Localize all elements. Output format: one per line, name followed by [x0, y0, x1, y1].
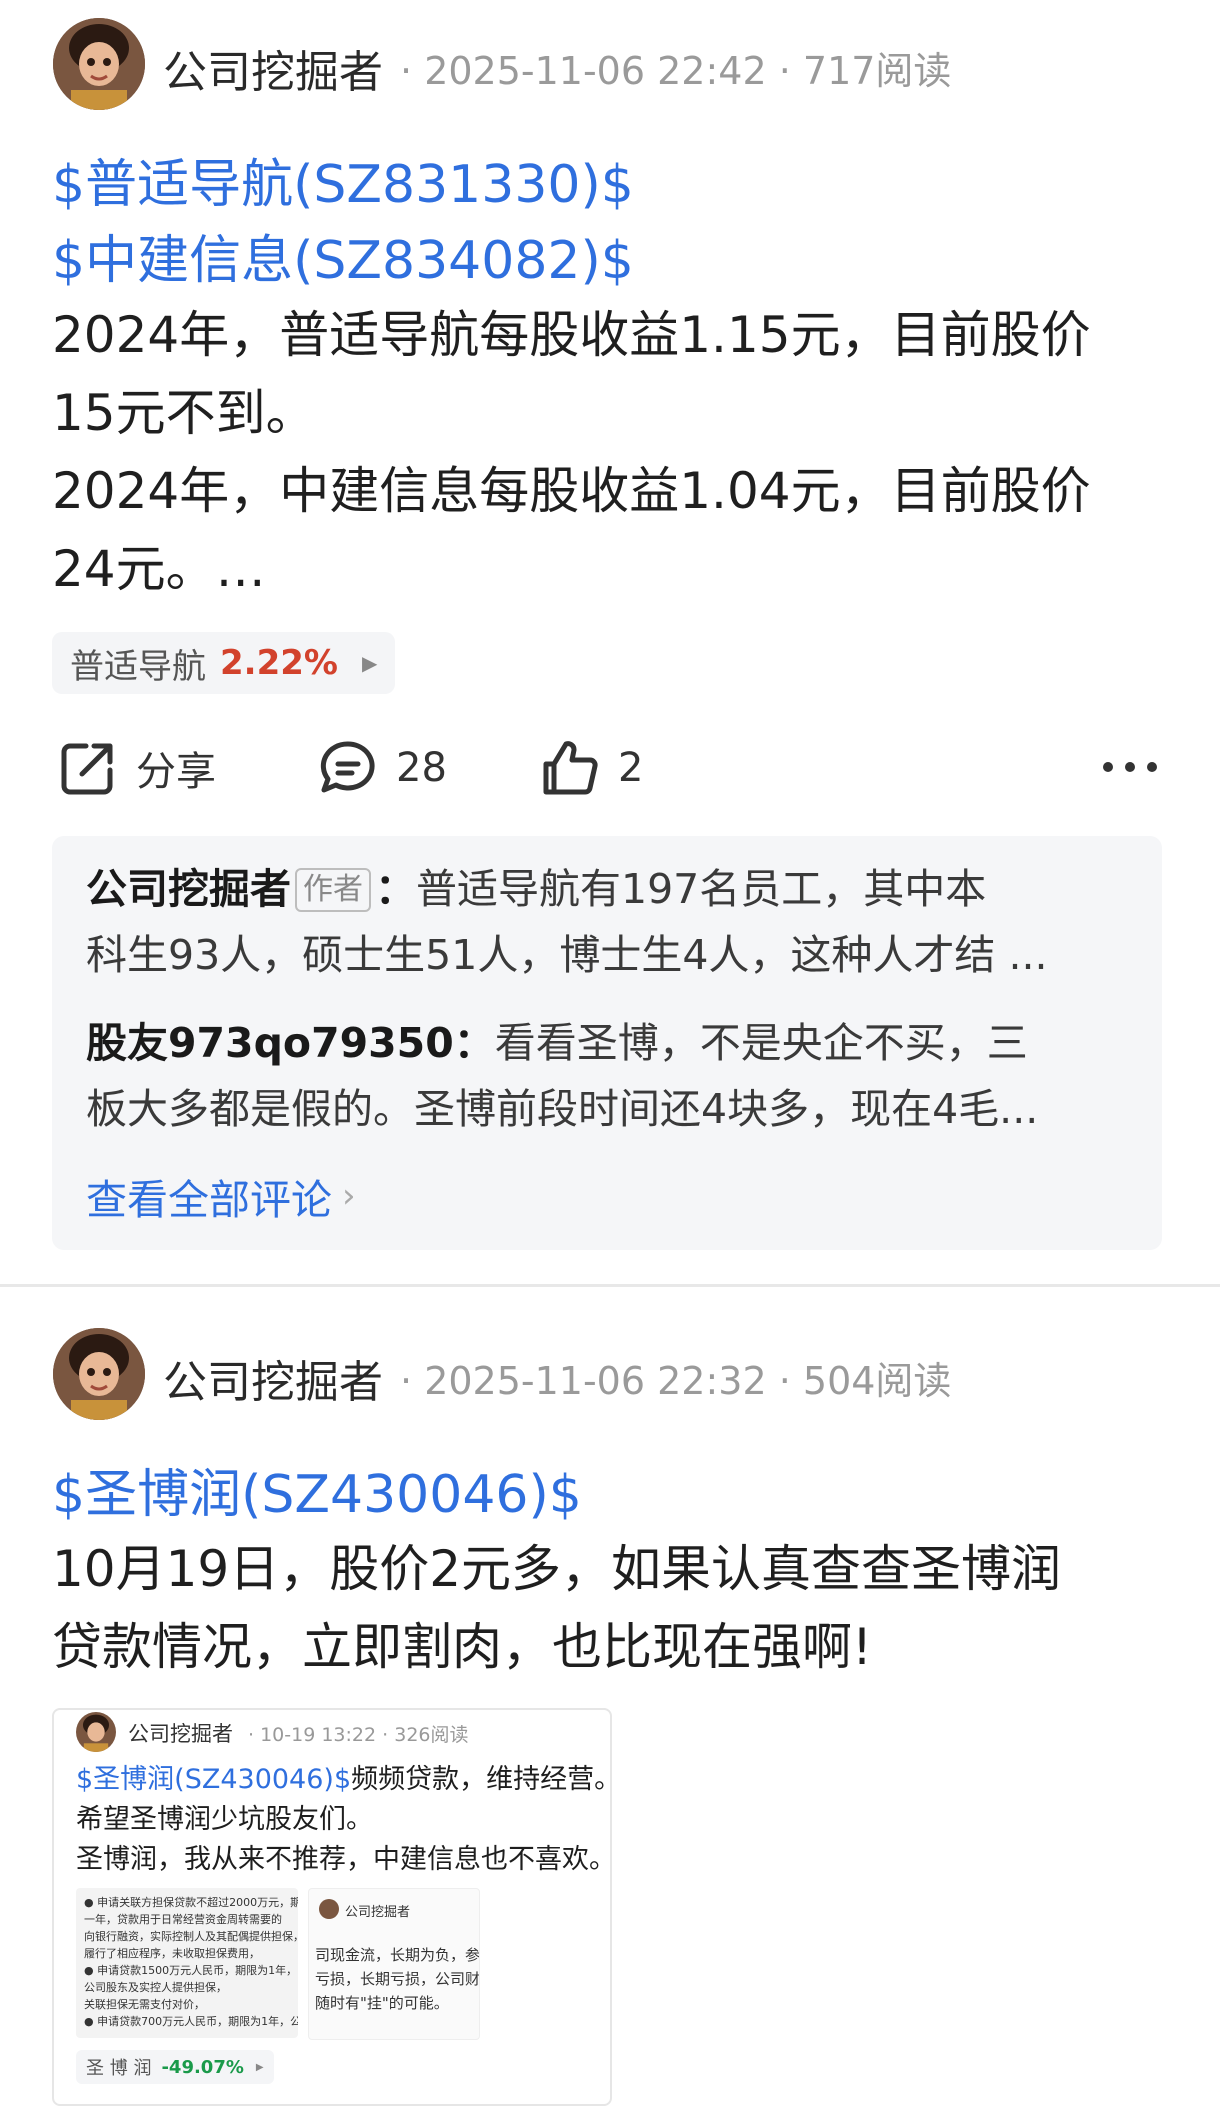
- card-line: 一年，贷款用于日常经营资金周转需要的: [84, 1913, 282, 1926]
- card-line: 司现金流，长期为负，参与: [315, 1946, 480, 1964]
- embedded-line: $圣博润(SZ430046)$频频贷款，维持经营。: [76, 1760, 612, 1800]
- post-body-line: 2024年，中建信息每股收益1.04元，目前股价: [52, 462, 1091, 520]
- like-button[interactable]: 2: [540, 738, 643, 798]
- post-body-line: 贷款情况，立即割肉，也比现在强啊!: [52, 1618, 873, 1676]
- embedded-line: 圣博润，我从来不推荐，中建信息也不喜欢。: [76, 1844, 612, 1875]
- card-line: 亏损，长期亏损，公司财务不稳: [315, 1970, 480, 1988]
- author-avatar[interactable]: [53, 1328, 145, 1420]
- card-line: ● 申请关联方担保贷款不超过2000万元，期限: [84, 1896, 298, 1909]
- embedded-reads: 326阅读: [394, 1724, 469, 1746]
- comment-bubble-icon: [320, 741, 375, 793]
- post-datetime: 2025-11-06 22:42: [424, 49, 767, 93]
- embedded-comment-card: 公司挖掘者 司现金流，长期为负，参与 亏损，长期亏损，公司财务不稳 随时有"挂"…: [308, 1888, 480, 2040]
- post-body-line: 10月19日，股价2元多，如果认真查查圣博润: [52, 1540, 1062, 1598]
- post-body[interactable]: 2024年，普适导航每股收益1.15元，目前股价 15元不到。 2024年，中建…: [52, 296, 1192, 608]
- comment-count: 28: [396, 745, 447, 791]
- card-line: ● 申请贷款1500万元人民币，期限为1年，: [84, 1964, 298, 1977]
- post-read-count: 717阅读: [802, 49, 952, 93]
- card-line: 关联担保无需支付对价，: [84, 1998, 205, 2011]
- embedded-tag-change: -49.07%: [161, 2056, 244, 2078]
- view-all-comments-label: 查看全部评论: [86, 1176, 332, 1224]
- chevron-right-icon: ›: [342, 1176, 356, 1216]
- comment-button[interactable]: 28: [318, 738, 447, 798]
- meta-separator: ·: [778, 49, 791, 93]
- chevron-right-icon: ▶: [255, 2061, 264, 2073]
- comment-text: 科生93人，硕士生51人，博士生4人，这种人才结 ...: [86, 931, 1048, 979]
- meta-separator: ·: [400, 1359, 413, 1403]
- stock-link-shengborun[interactable]: $圣博润(SZ430046)$: [52, 1452, 582, 1527]
- comment-user[interactable]: 公司挖掘者: [86, 865, 291, 913]
- card-line: 公司股东及实控人提供担保，: [84, 1981, 227, 1994]
- post-author-name[interactable]: 公司挖掘者: [163, 36, 383, 100]
- comment-text: 普适导航有197名员工，其中本: [416, 865, 987, 913]
- more-options-icon[interactable]: [1100, 752, 1160, 786]
- chevron-right-icon: ▶: [361, 651, 378, 675]
- share-icon: [61, 743, 113, 795]
- card-line: 履行了相应程序，未收取担保费用，: [84, 1947, 260, 1960]
- post-body-line: 24元。…: [52, 540, 266, 598]
- post-body-line: 2024年，普适导航每股收益1.15元，目前股价: [52, 306, 1091, 364]
- comment-item[interactable]: 股友973qo79350：看看圣博，不是央企不买，三 板大多都是假的。圣博前段时…: [86, 1010, 1146, 1142]
- post-read-count: 504阅读: [802, 1359, 952, 1403]
- author-avatar[interactable]: [53, 18, 145, 110]
- comment-preview[interactable]: 公司挖掘者 作者 ：普适导航有197名员工，其中本 科生93人，硕士生51人，博士生…: [52, 836, 1162, 1250]
- embedded-stock-tag: 圣 博 润 -49.07% ▶: [76, 2050, 274, 2084]
- comment-user[interactable]: 股友973qo79350: [86, 1019, 454, 1067]
- stock-tag-change: 2.22%: [220, 643, 338, 683]
- share-label: 分享: [136, 749, 216, 795]
- comment-text: 看看圣博，不是央企不买，三: [494, 1019, 1028, 1067]
- share-button[interactable]: 分享: [58, 738, 216, 798]
- card-line: ● 申请贷款700万元人民币，期限为1年，公: [84, 2015, 298, 2028]
- meta-separator: ·: [778, 1359, 791, 1403]
- embedded-line: 希望圣博润少坑股友们。: [76, 1804, 373, 1835]
- embedded-datetime: 10-19 13:22: [260, 1724, 377, 1746]
- comment-colon: ：: [375, 865, 416, 913]
- embedded-screenshot-image[interactable]: 公司挖掘者 · 10-19 13:22 · 326阅读 $圣博润(SZ43004…: [52, 1708, 612, 2106]
- embedded-text: 频频贷款，维持经营。: [351, 1764, 612, 1795]
- like-count: 2: [618, 745, 644, 791]
- embedded-stock-link: $圣博润(SZ430046)$: [76, 1764, 352, 1795]
- post-author-name[interactable]: 公司挖掘者: [163, 1346, 383, 1410]
- embedded-tag-name: 圣 博 润: [86, 2058, 152, 2079]
- embedded-announcement-card: ● 申请关联方担保贷款不超过2000万元，期限 一年，贷款用于日常经营资金周转需…: [76, 1888, 298, 2038]
- comment-colon: ：: [453, 1019, 495, 1067]
- thumbs-up-icon: [543, 741, 598, 795]
- post-body-line: 15元不到。: [52, 384, 316, 442]
- meta-separator: ·: [400, 49, 413, 93]
- card-line: 随时有"挂"的可能。: [315, 1994, 449, 2012]
- post-datetime: 2025-11-06 22:32: [424, 1359, 767, 1403]
- stock-tag[interactable]: 普适导航 2.22% ▶: [52, 632, 396, 694]
- post-divider: [0, 1284, 1220, 1287]
- comment-item[interactable]: 公司挖掘者 作者 ：普适导航有197名员工，其中本 科生93人，硕士生51人，博士生…: [86, 856, 1146, 988]
- comment-text: 板大多都是假的。圣博前段时间还4块多，现在4毛...: [86, 1085, 1039, 1133]
- post-body[interactable]: 10月19日，股价2元多，如果认真查查圣博润 贷款情况，立即割肉，也比现在强啊!: [52, 1530, 1192, 1686]
- view-all-comments-link[interactable]: 查看全部评论 ›: [86, 1166, 356, 1226]
- stock-link-zhongjian[interactable]: $中建信息(SZ834082)$: [52, 218, 634, 293]
- stock-tag-name: 普适导航: [70, 646, 206, 687]
- embedded-avatar: [76, 1712, 116, 1752]
- stock-link-putai[interactable]: $普适导航(SZ831330)$: [52, 142, 634, 217]
- mini-avatar: [319, 1899, 339, 1919]
- mini-author: 公司挖掘者: [345, 1905, 411, 1920]
- author-badge: 作者: [295, 868, 371, 912]
- card-line: 向银行融资，实际控制人及其配偶提供担保，: [84, 1930, 298, 1943]
- embedded-author: 公司挖掘者: [128, 1722, 233, 1746]
